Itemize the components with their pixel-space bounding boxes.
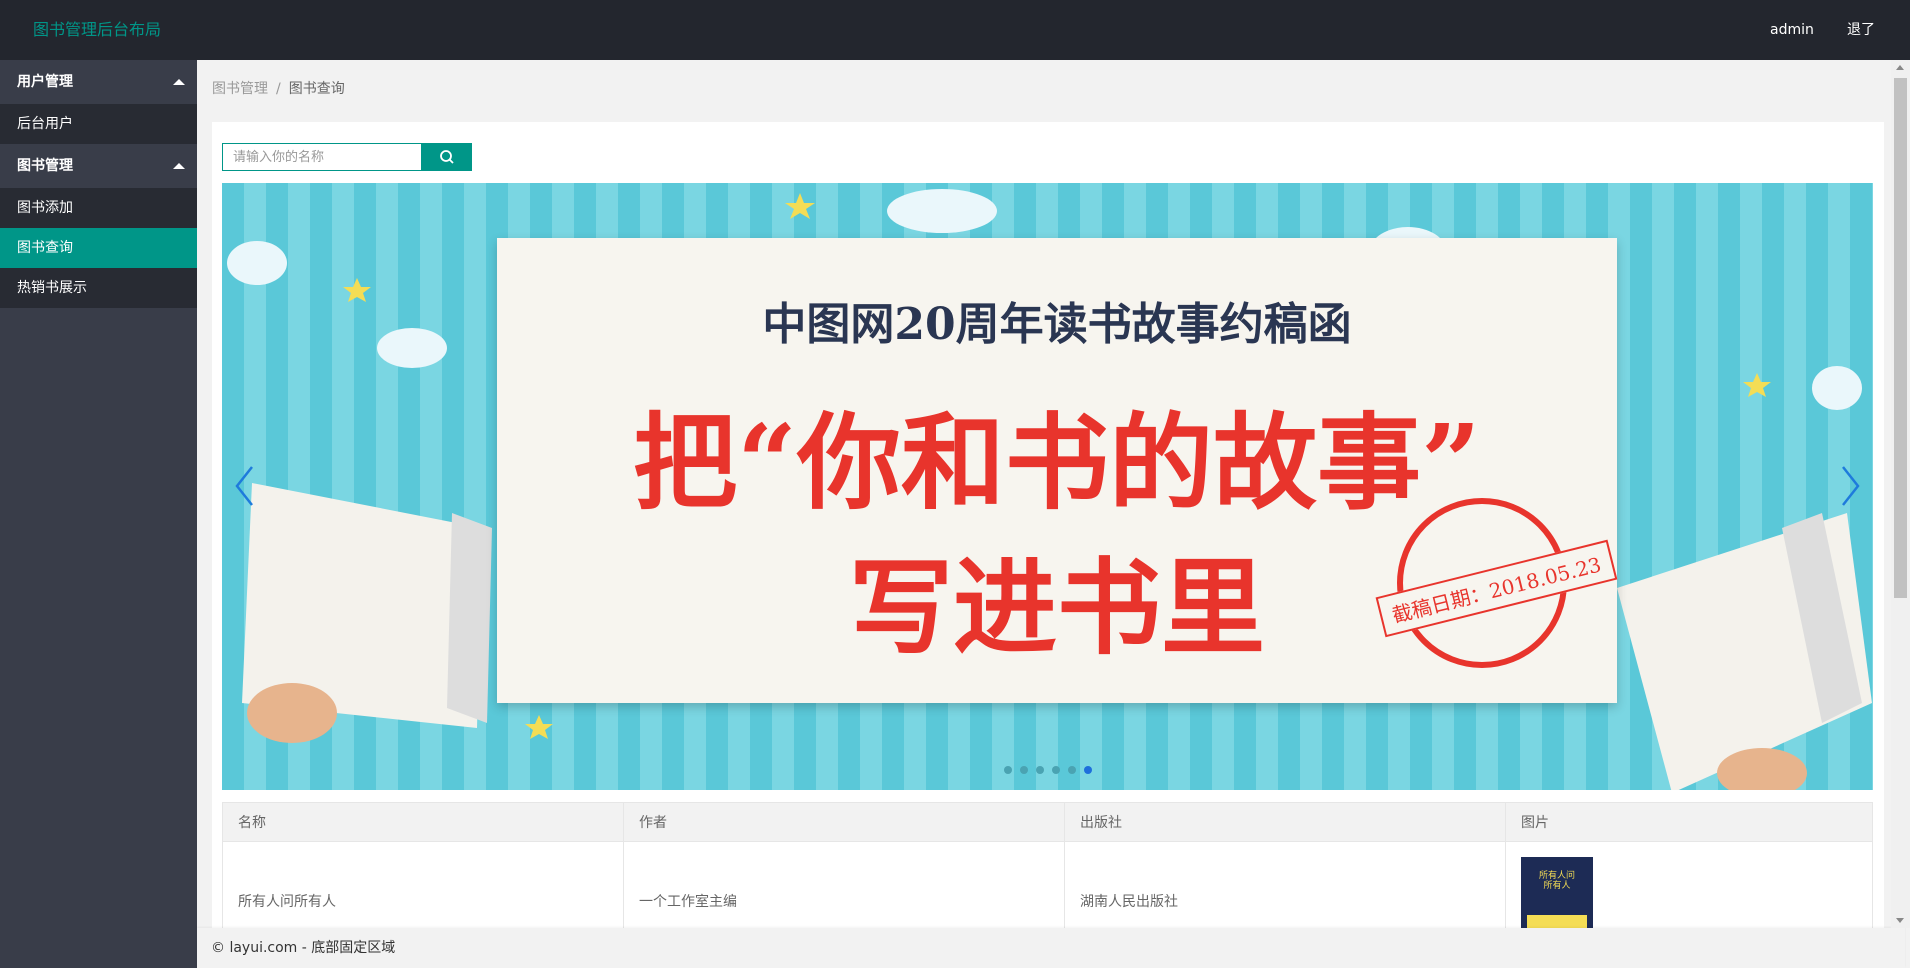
carousel-next-icon[interactable] [1837,463,1863,509]
search-box [222,143,433,171]
breadcrumb-separator: / [276,81,281,97]
search-input[interactable] [223,144,433,170]
cell-image: 所有人问所有人 [1505,841,1873,928]
carousel-slide: 中图网20周年读书故事约稿函 把“你和书的故事” 写进书里 截稿日期：2018.… [497,238,1617,703]
scroll-up-icon[interactable] [1896,65,1904,70]
sidebar: 用户管理 后台用户 图书管理 图书添加 图书查询 热销书展示 [0,60,197,968]
sidebar-group-book-management[interactable]: 图书管理 [0,144,197,188]
breadcrumb-parent[interactable]: 图书管理 [212,81,268,97]
page-scrollbar[interactable] [1891,60,1910,928]
breadcrumb: 图书管理 / 图书查询 [212,78,345,98]
search-icon [440,150,454,164]
book-cover-title: 所有人问所有人 [1538,871,1575,891]
app-logo[interactable]: 图书管理后台布局 [33,0,161,60]
cell-name: 所有人问所有人 [222,841,624,928]
scroll-down-icon[interactable] [1896,918,1904,923]
logout-link[interactable]: 退了 [1847,0,1875,60]
carousel-indicators [1004,762,1100,778]
table-header-row: 名称 作者 出版社 图片 [222,802,1873,842]
chevron-up-icon [173,79,185,85]
col-header-name: 名称 [222,802,624,842]
col-header-image: 图片 [1505,802,1873,842]
col-header-author: 作者 [623,802,1065,842]
carousel-dot[interactable] [1052,766,1060,774]
sidebar-item-admin-users[interactable]: 后台用户 [0,104,197,144]
carousel-dot[interactable] [1004,766,1012,774]
sidebar-item-bestsellers[interactable]: 热销书展示 [0,268,197,308]
book-cover-image: 所有人问所有人 [1521,857,1593,928]
slide-headline: 中图网20周年读书故事约稿函 [762,299,1352,350]
col-header-publisher: 出版社 [1064,802,1506,842]
table-row[interactable]: 所有人问所有人 一个工作室主编 湖南人民出版社 所有人问所有人 [222,841,1873,928]
carousel-dot[interactable] [1020,766,1028,774]
sidebar-item-book-add[interactable]: 图书添加 [0,188,197,228]
sidebar-group-user-management[interactable]: 用户管理 [0,60,197,104]
sidebar-group-label: 用户管理 [17,74,73,90]
cell-publisher: 湖南人民出版社 [1064,841,1506,928]
scroll-thumb[interactable] [1894,78,1907,598]
sidebar-group-label: 图书管理 [17,158,73,174]
main-content: 图书管理 / 图书查询 请输入你的名称 中图网20周年读书故事约稿函 把“你和书… [197,60,1891,928]
carousel-dot[interactable] [1068,766,1076,774]
books-table: 名称 作者 出版社 图片 所有人问所有人 一个工作室主编 湖南人民出版社 所有人… [222,802,1873,928]
carousel: 中图网20周年读书故事约稿函 把“你和书的故事” 写进书里 截稿日期：2018.… [222,183,1873,790]
user-menu[interactable]: admin [1770,0,1814,60]
carousel-dot-active[interactable] [1084,766,1092,774]
carousel-prev-icon[interactable] [232,463,258,509]
search-button[interactable] [422,143,472,171]
carousel-dot[interactable] [1036,766,1044,774]
top-header: 图书管理后台布局 admin 退了 [0,0,1910,60]
breadcrumb-current: 图书查询 [288,81,345,97]
cell-author: 一个工作室主编 [623,841,1065,928]
content-card: 中图网20周年读书故事约稿函 把“你和书的故事” 写进书里 截稿日期：2018.… [212,122,1884,928]
footer: © layui.com - 底部固定区域 [197,928,1905,968]
sidebar-item-book-query[interactable]: 图书查询 [0,228,197,268]
chevron-up-icon [173,163,185,169]
